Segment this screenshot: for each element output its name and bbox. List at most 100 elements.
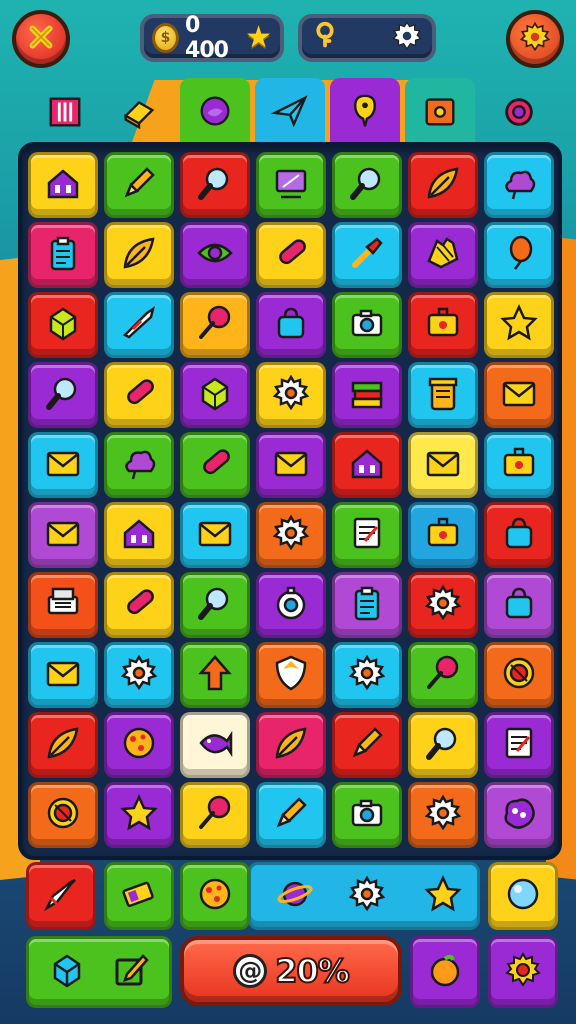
tile-pill[interactable] [104, 362, 174, 428]
tile-gear[interactable] [408, 572, 478, 638]
tile-cloud[interactable] [484, 152, 554, 218]
tile-fish[interactable] [180, 712, 250, 778]
tile-mail[interactable] [180, 502, 250, 568]
tile-mail[interactable] [28, 432, 98, 498]
gear-icon [518, 20, 552, 58]
tile-printer[interactable] [28, 572, 98, 638]
tab-orb[interactable] [180, 78, 250, 144]
powerup-star[interactable] [408, 862, 478, 930]
tile-arrow[interactable] [180, 642, 250, 708]
tile-pencil[interactable] [256, 782, 326, 848]
tile-cookie[interactable] [104, 712, 174, 778]
tile-house[interactable] [104, 502, 174, 568]
tile-ticket[interactable] [408, 292, 478, 358]
tile-tablet[interactable] [256, 152, 326, 218]
powerup-battery[interactable] [104, 862, 174, 930]
tab-box[interactable] [405, 78, 475, 144]
powerup-orb[interactable] [488, 862, 558, 930]
tile-lollipop[interactable] [408, 642, 478, 708]
bars-icon [46, 93, 84, 131]
tile-rocket[interactable] [104, 292, 174, 358]
key-counter[interactable] [298, 14, 436, 62]
tile-jar[interactable] [408, 362, 478, 428]
cube-icon[interactable] [47, 950, 87, 994]
powerup-rocket[interactable] [26, 862, 96, 930]
tab-pin[interactable] [330, 78, 400, 144]
tile-blob[interactable] [484, 782, 554, 848]
tile-pill[interactable] [180, 432, 250, 498]
pencil-icon [347, 723, 387, 767]
tile-shield[interactable] [256, 642, 326, 708]
settings-button[interactable] [506, 10, 564, 68]
tile-bag[interactable] [256, 292, 326, 358]
tile-pencil[interactable] [332, 712, 402, 778]
tile-lollipop[interactable] [180, 292, 250, 358]
tile-ticket[interactable] [408, 502, 478, 568]
game-board [18, 142, 562, 860]
tile-clipboard[interactable] [332, 572, 402, 638]
tile-magnifier[interactable] [180, 152, 250, 218]
tile-cloud[interactable] [104, 432, 174, 498]
tile-magnifier[interactable] [332, 152, 402, 218]
tile-leaf[interactable] [28, 712, 98, 778]
house-icon [43, 163, 83, 207]
gear-icon[interactable] [390, 19, 424, 57]
tile-balloon[interactable] [484, 222, 554, 288]
tile-mail[interactable] [408, 432, 478, 498]
tile-pill[interactable] [256, 222, 326, 288]
tab-bars[interactable] [30, 82, 100, 142]
tile-leaf[interactable] [256, 712, 326, 778]
bottom-gear-button[interactable] [488, 936, 558, 1008]
powerup-planet[interactable] [260, 862, 330, 930]
pin-icon [346, 92, 384, 130]
tile-pill[interactable] [104, 572, 174, 638]
tab-eraser[interactable] [104, 82, 174, 142]
tile-house[interactable] [332, 432, 402, 498]
tile-disc[interactable] [484, 642, 554, 708]
tile-gear[interactable] [256, 502, 326, 568]
tile-house[interactable] [28, 152, 98, 218]
tile-mail[interactable] [28, 502, 98, 568]
tile-clipboard[interactable] [28, 222, 98, 288]
tile-camera[interactable] [332, 782, 402, 848]
tile-camera[interactable] [332, 292, 402, 358]
tile-lollipop[interactable] [180, 782, 250, 848]
tile-cube[interactable] [180, 362, 250, 428]
tile-magnifier[interactable] [180, 572, 250, 638]
play-button[interactable]: @ 20% [180, 936, 402, 1006]
tile-bag[interactable] [484, 502, 554, 568]
tile-bag[interactable] [484, 572, 554, 638]
tile-leaf[interactable] [408, 152, 478, 218]
tile-gear[interactable] [332, 642, 402, 708]
tile-cube[interactable] [28, 292, 98, 358]
tile-mail[interactable] [28, 642, 98, 708]
tile-gear[interactable] [256, 362, 326, 428]
tile-magnifier[interactable] [408, 712, 478, 778]
tile-disc[interactable] [28, 782, 98, 848]
tile-gear[interactable] [104, 642, 174, 708]
tile-hand[interactable] [408, 222, 478, 288]
tile-ticket[interactable] [484, 432, 554, 498]
tile-pencil[interactable] [104, 152, 174, 218]
tile-clock[interactable] [256, 572, 326, 638]
powerup-cookie[interactable] [180, 862, 250, 930]
tile-magnifier[interactable] [28, 362, 98, 428]
tile-eye[interactable] [180, 222, 250, 288]
powerup-gear[interactable] [332, 862, 402, 930]
tab-plane[interactable] [255, 78, 325, 144]
orange-button[interactable] [410, 936, 480, 1008]
tile-mail[interactable] [256, 432, 326, 498]
edit-icon[interactable] [111, 950, 151, 994]
tile-note[interactable] [332, 502, 402, 568]
tile-books[interactable] [332, 362, 402, 428]
tab-ring[interactable] [484, 82, 554, 142]
tile-mail[interactable] [484, 362, 554, 428]
tile-star[interactable] [104, 782, 174, 848]
tile-gear[interactable] [408, 782, 478, 848]
close-button[interactable] [12, 10, 70, 68]
tile-leaf[interactable] [104, 222, 174, 288]
tile-star[interactable] [484, 292, 554, 358]
tile-brush[interactable] [332, 222, 402, 288]
tile-note[interactable] [484, 712, 554, 778]
pill-icon [195, 443, 235, 487]
